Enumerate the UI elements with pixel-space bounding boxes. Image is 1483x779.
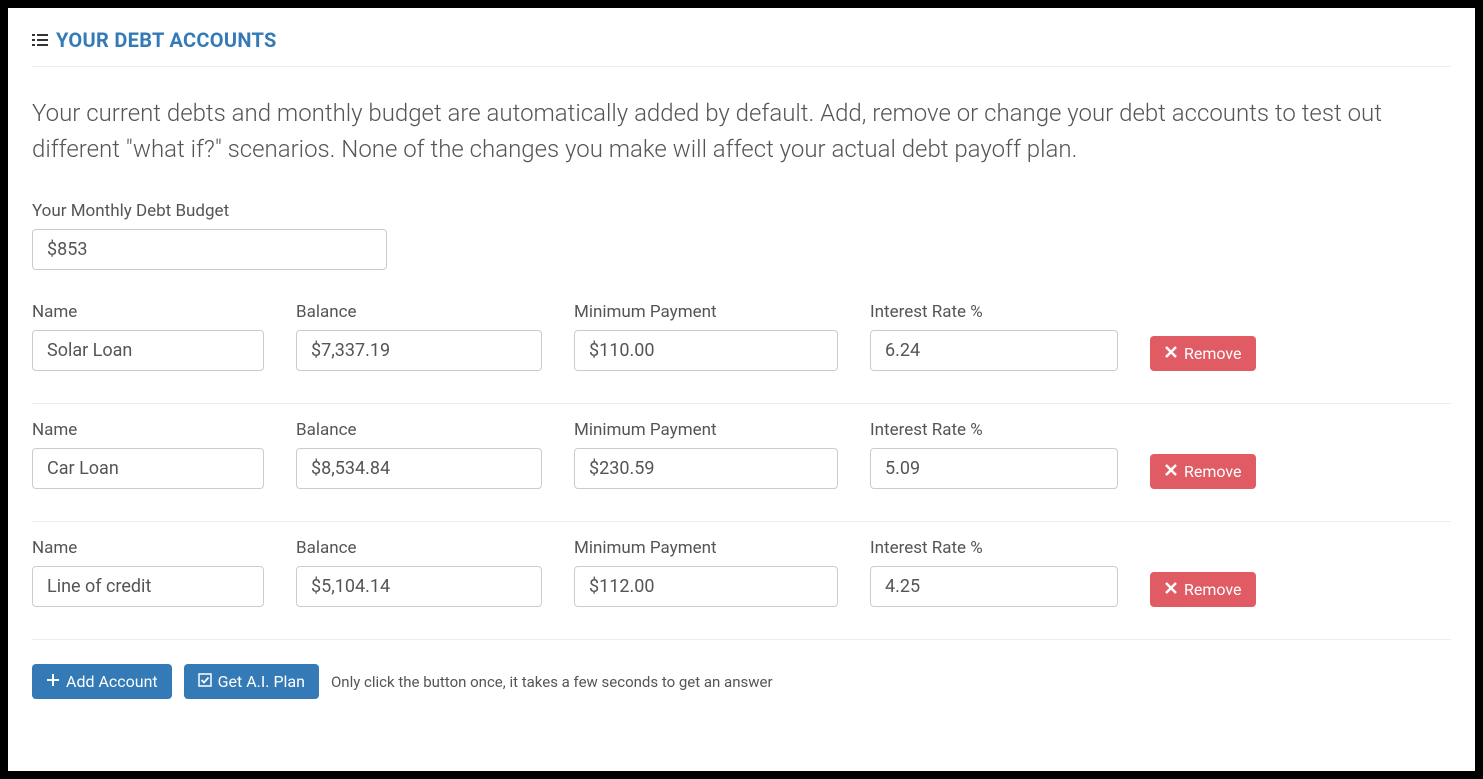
interest-rate-input[interactable] [870,566,1118,607]
interest-rate-label: Interest Rate % [870,302,1118,322]
name-input[interactable] [32,448,264,489]
panel-title: YOUR DEBT ACCOUNTS [56,28,277,52]
get-ai-plan-label: Get A.I. Plan [218,672,305,691]
add-account-button[interactable]: Add Account [32,664,172,699]
interest-rate-input[interactable] [870,448,1118,489]
debt-accounts-panel: YOUR DEBT ACCOUNTS Your current debts an… [8,8,1475,771]
balance-input[interactable] [296,330,542,371]
minimum-payment-label: Minimum Payment [574,538,838,558]
name-label: Name [32,302,264,322]
interest-rate-label: Interest Rate % [870,538,1118,558]
remove-label: Remove [1184,462,1242,481]
remove-label: Remove [1184,344,1242,363]
plus-icon [46,672,60,691]
panel-header: YOUR DEBT ACCOUNTS [32,28,1451,67]
debt-row: Name Balance Minimum Payment Interest Ra… [32,286,1451,404]
minimum-payment-input[interactable] [574,566,838,607]
close-icon [1164,580,1178,599]
balance-label: Balance [296,420,542,440]
budget-input[interactable] [32,229,387,270]
budget-group: Your Monthly Debt Budget [32,201,1451,270]
minimum-payment-label: Minimum Payment [574,420,838,440]
remove-button[interactable]: Remove [1150,454,1256,489]
name-input[interactable] [32,566,264,607]
balance-input[interactable] [296,448,542,489]
footer-actions: Add Account Get A.I. Plan Only click the… [32,664,1451,699]
balance-label: Balance [296,538,542,558]
minimum-payment-input[interactable] [574,330,838,371]
footer-hint: Only click the button once, it takes a f… [331,673,773,691]
remove-button[interactable]: Remove [1150,572,1256,607]
interest-rate-label: Interest Rate % [870,420,1118,440]
close-icon [1164,344,1178,363]
remove-button[interactable]: Remove [1150,336,1256,371]
name-label: Name [32,538,264,558]
add-account-label: Add Account [66,672,158,691]
get-ai-plan-button[interactable]: Get A.I. Plan [184,664,319,699]
budget-label: Your Monthly Debt Budget [32,201,1451,221]
interest-rate-input[interactable] [870,330,1118,371]
debt-row: Name Balance Minimum Payment Interest Ra… [32,404,1451,522]
name-input[interactable] [32,330,264,371]
panel-description: Your current debts and monthly budget ar… [32,95,1451,167]
balance-label: Balance [296,302,542,322]
check-square-icon [198,672,212,691]
remove-label: Remove [1184,580,1242,599]
minimum-payment-label: Minimum Payment [574,302,838,322]
minimum-payment-input[interactable] [574,448,838,489]
close-icon [1164,462,1178,481]
debt-row: Name Balance Minimum Payment Interest Ra… [32,522,1451,640]
balance-input[interactable] [296,566,542,607]
list-icon [32,32,48,48]
name-label: Name [32,420,264,440]
